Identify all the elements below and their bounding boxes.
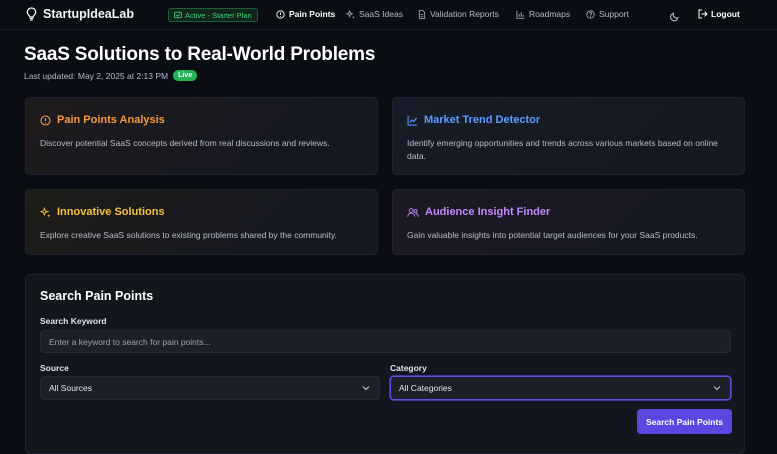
logout-label: Logout [711, 9, 740, 19]
live-badge: Live [173, 70, 198, 81]
top-navbar: StartupIdeaLab Active - Starter Plan Pai… [0, 0, 777, 30]
nav-saas-ideas[interactable]: SaaS Ideas [346, 9, 403, 19]
nav-pain-points-label: Pain Points [289, 9, 336, 19]
nav-roadmaps[interactable]: Roadmaps [516, 9, 570, 19]
sparkles-icon [346, 9, 355, 19]
card-title: Market Trend Detector [424, 114, 541, 126]
lightbulb-icon [26, 7, 37, 21]
source-label: Source [40, 363, 69, 373]
card-header: Market Trend Detector [407, 114, 540, 126]
nav-validation-reports-label: Validation Reports [430, 9, 499, 19]
card-description: Discover potential SaaS concepts derived… [40, 138, 330, 148]
trend-line-icon [407, 115, 418, 126]
card-title: Audience Insight Finder [425, 206, 551, 218]
card-header: Pain Points Analysis [40, 114, 165, 126]
alert-circle-icon [276, 9, 285, 19]
users-icon [407, 207, 419, 217]
last-updated-text: Last updated: May 2, 2025 at 2:13 PM [24, 70, 169, 81]
moon-icon [670, 12, 679, 22]
card-innovative-solutions[interactable]: Innovative Solutions Explore creative Sa… [25, 189, 378, 255]
chevron-down-icon [713, 386, 721, 391]
card-audience-insight-finder[interactable]: Audience Insight Finder Gain valuable in… [392, 189, 745, 255]
page-title: SaaS Solutions to Real-World Problems [24, 44, 376, 65]
sparkles-icon [40, 206, 51, 217]
brand-link[interactable]: StartupIdeaLab [26, 7, 134, 21]
category-select-value: All Categories [399, 383, 452, 393]
bar-chart-icon [516, 10, 525, 19]
search-pain-points-button[interactable]: Search Pain Points [637, 409, 732, 434]
chevron-down-icon [362, 386, 370, 391]
nav-saas-ideas-label: SaaS Ideas [359, 9, 403, 19]
card-description: Explore creative SaaS solutions to exist… [40, 230, 338, 240]
card-market-trend-detector[interactable]: Market Trend Detector Identify emerging … [392, 97, 745, 175]
category-label: Category [390, 363, 427, 373]
card-description: Identify emerging opportunities and tren… [407, 138, 718, 161]
last-updated: Last updated: May 2, 2025 at 2:13 PM Liv… [24, 70, 198, 81]
source-select-value: All Sources [49, 383, 92, 393]
card-header: Innovative Solutions [40, 206, 165, 218]
badge-check-icon [174, 11, 182, 19]
keyword-label: Search Keyword [40, 316, 107, 326]
category-select[interactable]: All Categories [390, 376, 731, 400]
nav-support-label: Support [599, 9, 629, 19]
alert-circle-icon [40, 114, 51, 126]
file-icon [418, 9, 426, 19]
logout-button[interactable]: Logout [698, 9, 740, 19]
plan-status-label: Active - Starter Plan [185, 10, 252, 20]
card-pain-points-analysis[interactable]: Pain Points Analysis Discover potential … [25, 97, 378, 175]
card-title: Pain Points Analysis [57, 114, 165, 126]
theme-toggle-button[interactable] [669, 9, 680, 27]
card-description: Gain valuable insights into potential ta… [407, 230, 698, 240]
brand-name: StartupIdeaLab [43, 7, 134, 21]
keyword-input[interactable]: Enter a keyword to search for pain point… [40, 330, 731, 353]
card-title: Innovative Solutions [57, 206, 165, 218]
source-select[interactable]: All Sources [40, 376, 380, 400]
nav-support[interactable]: Support [586, 9, 629, 19]
nav-roadmaps-label: Roadmaps [529, 9, 571, 19]
nav-pain-points[interactable]: Pain Points [276, 9, 335, 19]
plan-status-badge[interactable]: Active - Starter Plan [168, 8, 258, 22]
card-header: Audience Insight Finder [407, 206, 550, 218]
nav-validation-reports[interactable]: Validation Reports [418, 9, 499, 19]
help-circle-icon [586, 9, 595, 19]
search-title: Search Pain Points [40, 289, 154, 303]
search-panel: Search Pain Points Search Keyword Enter … [25, 274, 745, 454]
logout-icon [698, 9, 708, 19]
